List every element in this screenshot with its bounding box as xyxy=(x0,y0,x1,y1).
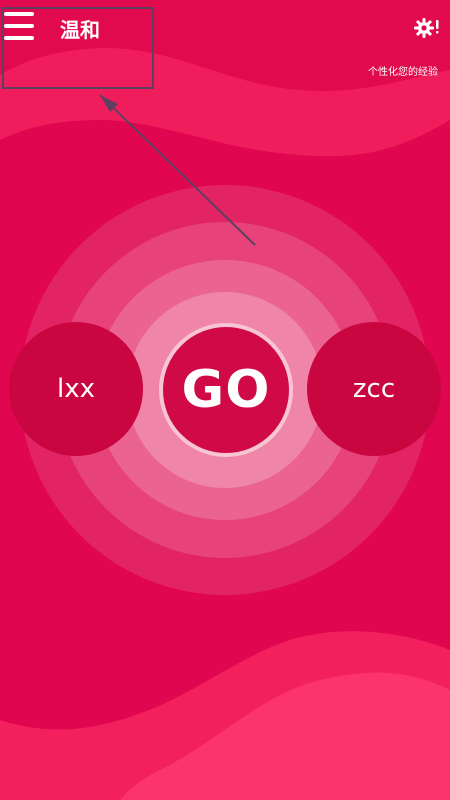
go-button[interactable]: GO xyxy=(159,323,293,457)
annotation-highlight-box xyxy=(2,7,154,89)
player-right-button[interactable]: zcc xyxy=(307,322,441,456)
player-left-button[interactable]: lxx xyxy=(9,322,143,456)
personalize-link[interactable]: 个性化您的经验 xyxy=(368,63,438,78)
gear-icon[interactable] xyxy=(412,16,440,40)
